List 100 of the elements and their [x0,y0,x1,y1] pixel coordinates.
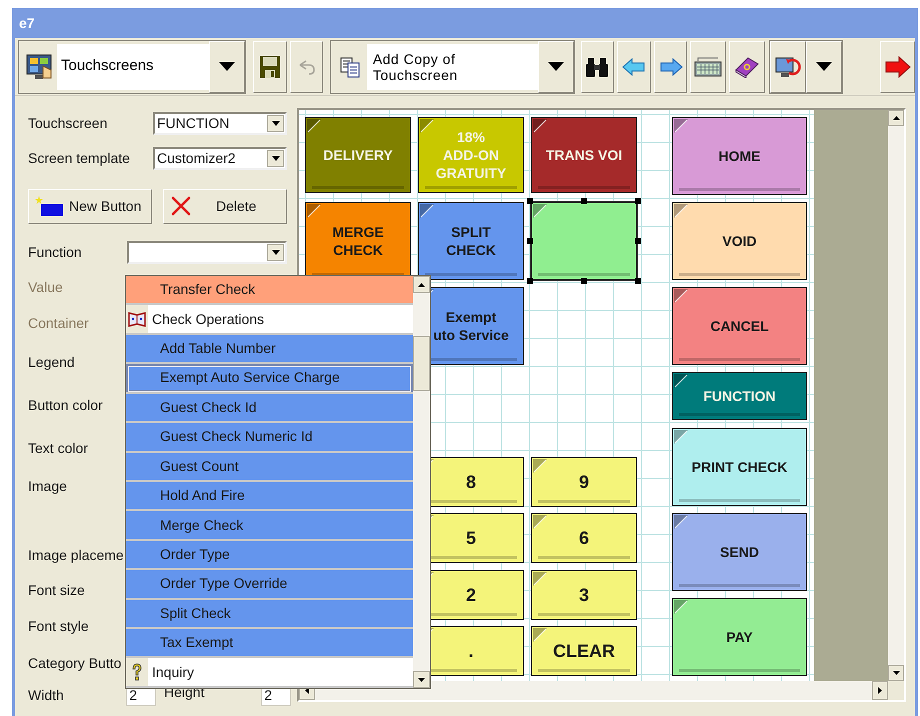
back-button[interactable] [616,40,651,92]
resize-handle[interactable] [581,278,587,284]
corner-fold-icon [674,119,688,133]
dropdown-scrollbar[interactable] [413,276,430,688]
module-selector[interactable]: Touchscreens [18,40,246,94]
dropdown-item[interactable]: Tax Exempt [126,629,413,658]
right-arrow-icon[interactable] [658,58,682,76]
touchscreen-button[interactable]: SEND [672,513,807,591]
template-select[interactable]: Customizer2 [153,146,287,170]
dropdown-arrow-icon[interactable] [218,61,236,72]
field-label: Category Butto [28,654,122,673]
resize-handle[interactable] [635,238,641,244]
corner-fold-icon [674,204,688,218]
dropdown-category[interactable]: Check Operations [126,305,413,335]
corner-fold-icon [307,204,321,218]
dropdown-item[interactable]: Split Check [126,600,413,630]
copy-pages-icon [338,56,361,78]
dropdown-arrow-icon[interactable] [815,61,834,72]
scroll-up-icon[interactable] [892,116,900,120]
abc-label-icon [35,196,63,216]
corner-fold-icon [533,515,547,529]
keyboard-button[interactable] [690,40,726,92]
dropdown-item[interactable]: Hold And Fire [126,482,413,512]
dropdown-button[interactable] [806,40,842,92]
field-label: Width [28,686,65,704]
field-label: Image placeme [28,546,124,565]
dropdown-arrow-icon[interactable] [272,120,280,126]
keyboard-icon[interactable] [694,56,722,76]
next-button[interactable] [880,40,916,92]
dropdown-button[interactable] [209,40,246,92]
scroll-down-icon[interactable] [892,671,900,675]
touchscreen-button[interactable]: HOME [672,117,807,195]
resize-handle[interactable] [527,278,533,284]
dropdown-category[interactable]: Inquiry [126,658,413,688]
question-mark-icon [131,663,143,682]
dropdown-item[interactable]: Transfer Check [126,276,413,306]
corner-fold-icon [674,515,688,529]
scroll-thumb[interactable] [413,336,430,391]
touchscreen-button[interactable]: FUNCTION [672,372,807,420]
corner-fold-icon [674,374,688,388]
corner-fold-icon [674,289,688,303]
corner-fold-icon [674,430,688,444]
touchscreen-button[interactable]: VOID [672,202,807,280]
left-arrow-icon[interactable] [622,58,646,76]
field-label: Font style [28,616,89,636]
resize-handle[interactable] [581,198,587,204]
touchscreen-button[interactable]: CLEAR [531,626,637,676]
touchscreen-button[interactable]: DELIVERY [305,117,411,193]
touchscreen-button[interactable]: CANCEL [672,287,807,365]
new-button-button[interactable]: New Button [28,188,152,224]
dropdown-item[interactable]: Guest Count [126,452,413,482]
forward-button[interactable] [654,40,688,92]
dropdown-item[interactable]: Order Type Override [126,570,413,600]
action-selector[interactable]: Add Copy of Touchscreen [330,40,575,94]
field-label: Value [28,278,63,297]
save-button[interactable] [253,40,287,92]
touchscreen-button[interactable] [531,202,637,280]
next-arrow-icon[interactable] [884,56,911,78]
dropdown-item[interactable]: Guest Check Id [126,394,413,424]
touchscreen-button[interactable]: PAY [672,598,807,676]
resize-handle[interactable] [527,238,533,244]
touchscreen-button[interactable]: SPLIT CHECK [418,202,524,280]
dropdown-item[interactable]: Merge Check [126,511,413,541]
touchscreen-button[interactable]: PRINT CHECK [672,428,807,506]
scroll-right-icon[interactable] [878,687,882,694]
field-label: Button color [28,396,103,414]
resize-handle[interactable] [527,198,533,204]
help-button[interactable] [729,40,766,92]
monitor-refresh-icon[interactable] [775,54,802,78]
dropdown-button[interactable] [538,40,574,92]
dropdown-item[interactable]: Add Table Number [126,334,413,364]
touchscreen-select[interactable]: FUNCTION [153,112,287,134]
horizontal-scrollbar[interactable] [299,681,888,700]
field-label: Text color [28,438,88,458]
resize-handle[interactable] [635,278,641,284]
field-label: Touchscreen [28,114,108,132]
dropdown-item[interactable]: Guest Check Numeric Id [126,423,413,453]
refresh-screen-button[interactable] [770,40,806,92]
corner-fold-icon [420,204,434,218]
corner-fold-icon [420,119,434,133]
vertical-scrollbar[interactable] [888,110,904,681]
touchscreen-button[interactable]: 6 [531,513,637,563]
field-label: Function [28,242,83,262]
touchscreen-button[interactable]: 3 [531,570,637,620]
corner-fold-icon [533,628,547,642]
dropdown-item[interactable]: Order Type [126,540,413,570]
find-button[interactable] [580,40,614,92]
window-title: e7 [19,14,35,32]
touchscreen-button[interactable]: 9 [531,457,637,507]
dropdown-arrow-icon[interactable] [546,61,565,72]
book-icon[interactable] [734,56,760,78]
cross-icon [170,195,192,217]
resize-handle[interactable] [635,198,641,204]
dropdown-item[interactable]: Exempt Auto Service Charge [126,364,413,394]
corner-fold-icon [533,204,547,218]
dropdown-arrow-icon[interactable] [272,250,280,254]
dropdown-arrow-icon[interactable] [272,156,280,160]
field-label: Container [28,314,89,333]
touchscreen-button[interactable]: TRANS VOI [531,117,637,193]
delete-button[interactable]: Delete [163,188,287,224]
